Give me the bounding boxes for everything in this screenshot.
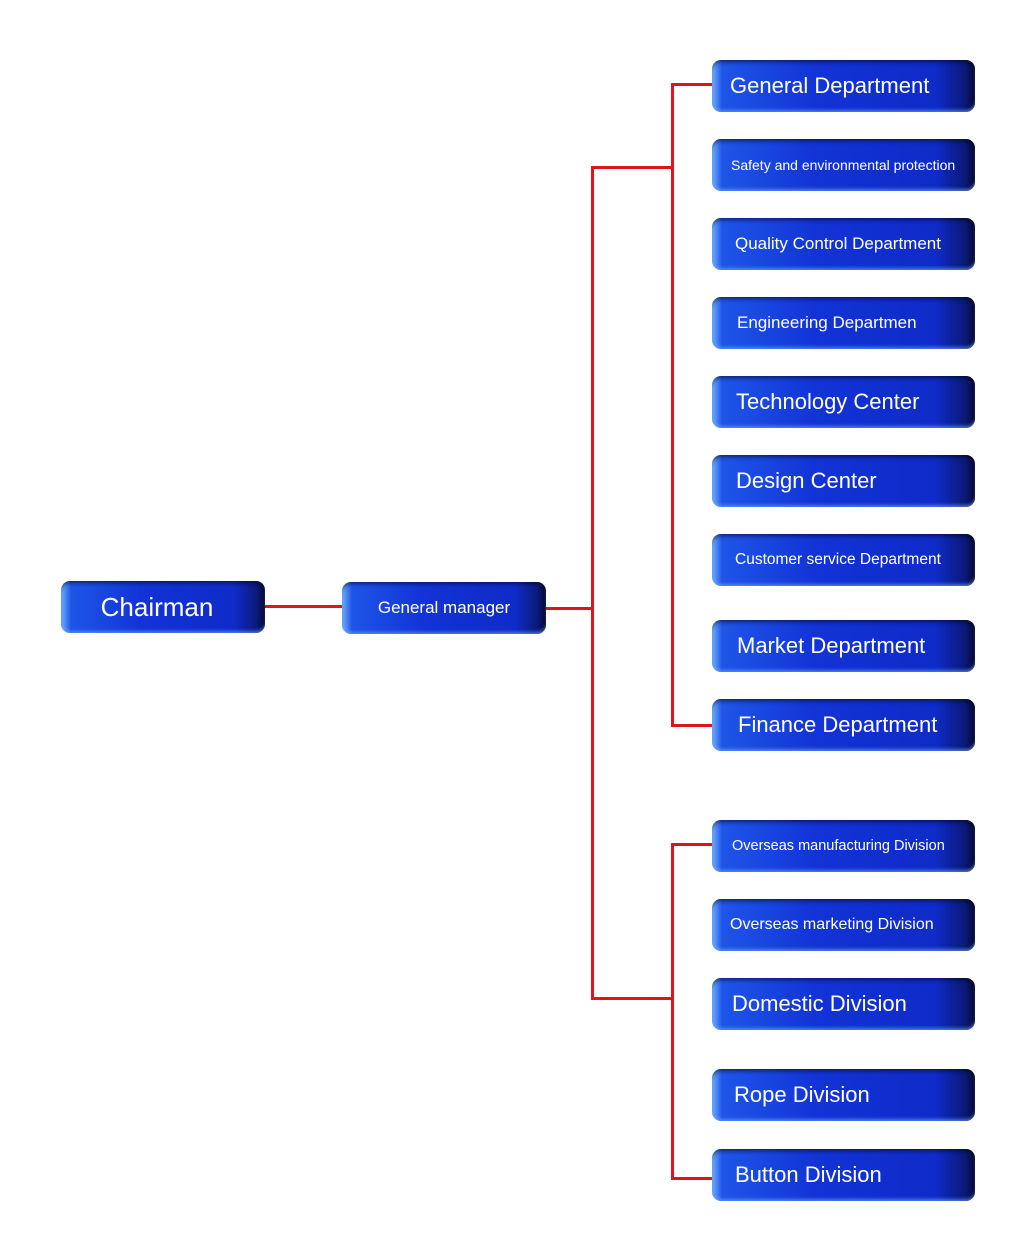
node-division: Overseas marketing Division — [712, 899, 975, 951]
connector-main-trunk — [591, 166, 594, 1000]
node-label: Design Center — [736, 468, 877, 493]
node-label: Domestic Division — [732, 991, 907, 1016]
node-department: Market Department — [712, 620, 975, 672]
node-label: Safety and environmental protection — [731, 157, 956, 173]
node-label: Engineering Departmen — [737, 313, 917, 332]
connector-div-bottom — [671, 1177, 714, 1180]
node-department: Finance Department — [712, 699, 975, 751]
node-label: Rope Division — [734, 1082, 870, 1107]
node-label: Button Division — [735, 1162, 882, 1187]
node-department: Technology Center — [712, 376, 975, 428]
connector-div-top — [671, 843, 714, 846]
node-label: Overseas marketing Division — [730, 916, 934, 933]
node-division: Rope Division — [712, 1069, 975, 1121]
node-label: Chairman — [100, 591, 214, 622]
node-label: Customer service Department — [735, 551, 941, 568]
node-label: General Department — [730, 73, 930, 98]
node-label: Market Department — [737, 633, 926, 658]
node-department: Design Center — [712, 455, 975, 507]
connector-departments-bus — [671, 83, 674, 727]
node-department: General Department — [712, 60, 975, 112]
node-department: Safety and environmental protection — [712, 139, 975, 191]
node-division: Button Division — [712, 1149, 975, 1201]
connector-chairman-gm — [264, 605, 342, 608]
node-department: Engineering Departmen — [712, 297, 975, 349]
node-division: Overseas manufacturing Division — [712, 820, 975, 872]
connector-dept-top — [671, 83, 714, 86]
node-label: Overseas manufacturing Division — [732, 838, 945, 854]
node-label: Finance Department — [738, 712, 938, 737]
connector-to-divisions — [591, 997, 671, 1000]
node-label: General manager — [377, 598, 511, 617]
node-label: Quality Control Department — [735, 234, 941, 253]
node-label: Technology Center — [736, 389, 920, 414]
connector-dept-bottom — [671, 724, 714, 727]
connector-divisions-bus — [671, 843, 674, 1180]
node-chairman: Chairman — [61, 581, 265, 633]
node-general-manager: General manager — [342, 582, 546, 634]
connector-gm-trunk — [545, 607, 593, 610]
node-division: Domestic Division — [712, 978, 975, 1030]
node-department: Quality Control Department — [712, 218, 975, 270]
node-department: Customer service Department — [712, 534, 975, 586]
connector-to-departments — [591, 166, 671, 169]
